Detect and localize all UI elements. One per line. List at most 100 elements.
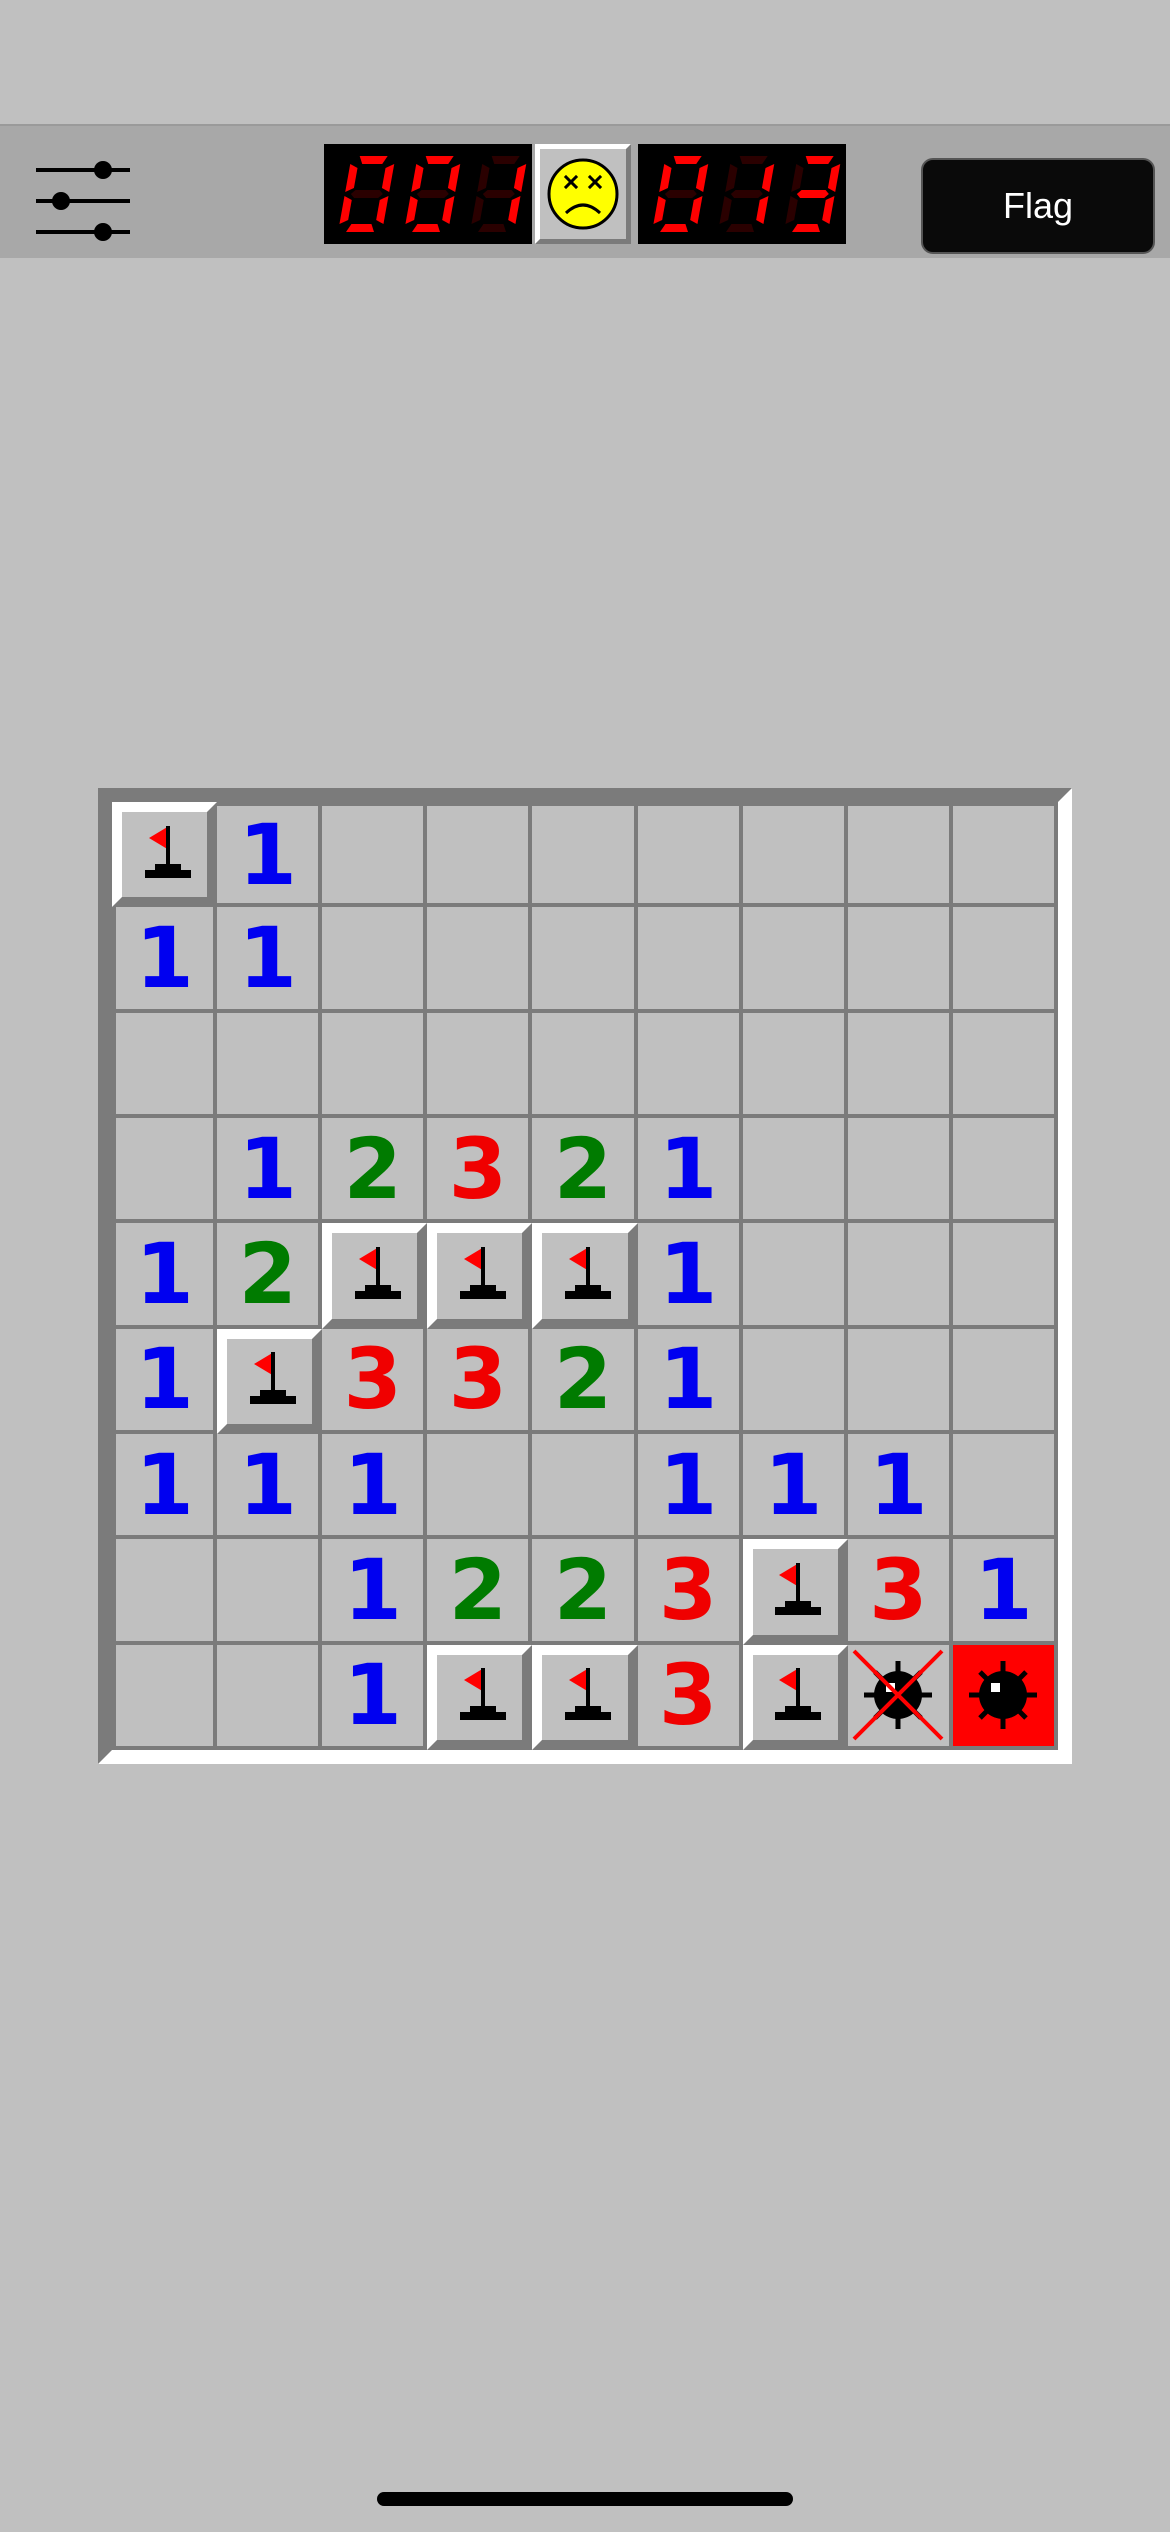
- empty-cell[interactable]: [952, 1434, 1058, 1540]
- led-segment: [416, 190, 449, 198]
- flagged-cell[interactable]: [427, 1223, 533, 1329]
- flag-mode-button[interactable]: Flag: [921, 158, 1155, 254]
- flagged-cell[interactable]: [427, 1644, 533, 1750]
- empty-cell[interactable]: [217, 1539, 323, 1645]
- empty-cell[interactable]: [952, 1012, 1058, 1118]
- empty-cell[interactable]: [847, 1223, 953, 1329]
- number-cell[interactable]: 1: [112, 1434, 218, 1540]
- empty-cell[interactable]: [742, 1328, 848, 1434]
- empty-cell[interactable]: [427, 802, 533, 908]
- led-segment: [695, 164, 709, 192]
- number-cell[interactable]: 1: [322, 1434, 428, 1540]
- led-segment: [796, 190, 829, 198]
- empty-cell[interactable]: [532, 1012, 638, 1118]
- number-cell[interactable]: 1: [112, 1223, 218, 1329]
- number-cell[interactable]: 1: [322, 1644, 428, 1750]
- empty-cell[interactable]: [427, 1434, 533, 1540]
- empty-cell[interactable]: [847, 1012, 953, 1118]
- led-segment: [726, 224, 754, 232]
- settings-button[interactable]: [34, 160, 132, 242]
- flag-icon: [564, 1246, 611, 1299]
- number-cell[interactable]: 1: [742, 1434, 848, 1540]
- flagged-cell[interactable]: [532, 1223, 638, 1329]
- mine-counter: 001: [324, 144, 532, 244]
- empty-cell[interactable]: [847, 802, 953, 908]
- number-cell[interactable]: 2: [322, 1118, 428, 1224]
- empty-cell[interactable]: [847, 1118, 953, 1224]
- number-cell[interactable]: 2: [217, 1223, 323, 1329]
- number-cell[interactable]: 1: [112, 907, 218, 1013]
- empty-cell[interactable]: [532, 802, 638, 908]
- number-cell[interactable]: 1: [217, 802, 323, 908]
- flagged-cell[interactable]: [322, 1223, 428, 1329]
- empty-cell[interactable]: [952, 1118, 1058, 1224]
- reset-face-button[interactable]: [535, 144, 631, 244]
- empty-cell[interactable]: [427, 1012, 533, 1118]
- sliders-icon: [36, 161, 130, 241]
- empty-cell[interactable]: [742, 907, 848, 1013]
- empty-cell[interactable]: [742, 1118, 848, 1224]
- exploded-mine-cell[interactable]: [952, 1644, 1058, 1750]
- flagged-cell[interactable]: [742, 1539, 848, 1645]
- empty-cell[interactable]: [532, 1434, 638, 1540]
- led-segment: [730, 190, 763, 198]
- number-cell[interactable]: 3: [637, 1539, 743, 1645]
- empty-cell[interactable]: [217, 1644, 323, 1750]
- led-segment: [447, 164, 461, 192]
- number-cell[interactable]: 1: [322, 1539, 428, 1645]
- empty-cell[interactable]: [217, 1012, 323, 1118]
- empty-cell[interactable]: [112, 1539, 218, 1645]
- wrong-flag-cell[interactable]: [847, 1644, 953, 1750]
- empty-cell[interactable]: [637, 907, 743, 1013]
- empty-cell[interactable]: [637, 1012, 743, 1118]
- number-cell[interactable]: 3: [847, 1539, 953, 1645]
- led-segment: [346, 224, 374, 232]
- flagged-cell[interactable]: [742, 1644, 848, 1750]
- number-cell[interactable]: 1: [847, 1434, 953, 1540]
- flagged-cell[interactable]: [532, 1644, 638, 1750]
- empty-cell[interactable]: [112, 1644, 218, 1750]
- empty-cell[interactable]: [322, 907, 428, 1013]
- number-cell[interactable]: 3: [322, 1328, 428, 1434]
- flagged-cell[interactable]: [112, 802, 218, 908]
- number-cell[interactable]: 1: [637, 1328, 743, 1434]
- number-cell[interactable]: 1: [637, 1434, 743, 1540]
- flag-icon: [354, 1246, 401, 1299]
- flagged-cell[interactable]: [217, 1328, 323, 1434]
- number-cell[interactable]: 1: [217, 1434, 323, 1540]
- empty-cell[interactable]: [427, 907, 533, 1013]
- number-cell[interactable]: 1: [952, 1539, 1058, 1645]
- number-cell[interactable]: 3: [637, 1644, 743, 1750]
- number-cell[interactable]: 1: [637, 1118, 743, 1224]
- empty-cell[interactable]: [847, 1328, 953, 1434]
- led-segment: [442, 196, 455, 224]
- empty-cell[interactable]: [112, 1118, 218, 1224]
- number-cell[interactable]: 2: [532, 1328, 638, 1434]
- empty-cell[interactable]: [952, 1223, 1058, 1329]
- number-cell[interactable]: 1: [217, 907, 323, 1013]
- led-segment: [376, 196, 389, 224]
- empty-cell[interactable]: [847, 907, 953, 1013]
- empty-cell[interactable]: [637, 802, 743, 908]
- number-cell[interactable]: 1: [637, 1223, 743, 1329]
- number-cell[interactable]: 2: [532, 1539, 638, 1645]
- number-cell[interactable]: 1: [112, 1328, 218, 1434]
- empty-cell[interactable]: [742, 1223, 848, 1329]
- empty-cell[interactable]: [322, 802, 428, 908]
- empty-cell[interactable]: [742, 802, 848, 908]
- number-cell[interactable]: 2: [427, 1539, 533, 1645]
- empty-cell[interactable]: [322, 1012, 428, 1118]
- number-cell[interactable]: 3: [427, 1328, 533, 1434]
- empty-cell[interactable]: [952, 1328, 1058, 1434]
- empty-cell[interactable]: [742, 1012, 848, 1118]
- empty-cell[interactable]: [952, 802, 1058, 908]
- led-segment: [660, 224, 688, 232]
- empty-cell[interactable]: [112, 1012, 218, 1118]
- number-cell[interactable]: 2: [532, 1118, 638, 1224]
- dead-face-icon: [547, 158, 619, 230]
- led-segment: [673, 156, 702, 164]
- number-cell[interactable]: 3: [427, 1118, 533, 1224]
- empty-cell[interactable]: [952, 907, 1058, 1013]
- empty-cell[interactable]: [532, 907, 638, 1013]
- number-cell[interactable]: 1: [217, 1118, 323, 1224]
